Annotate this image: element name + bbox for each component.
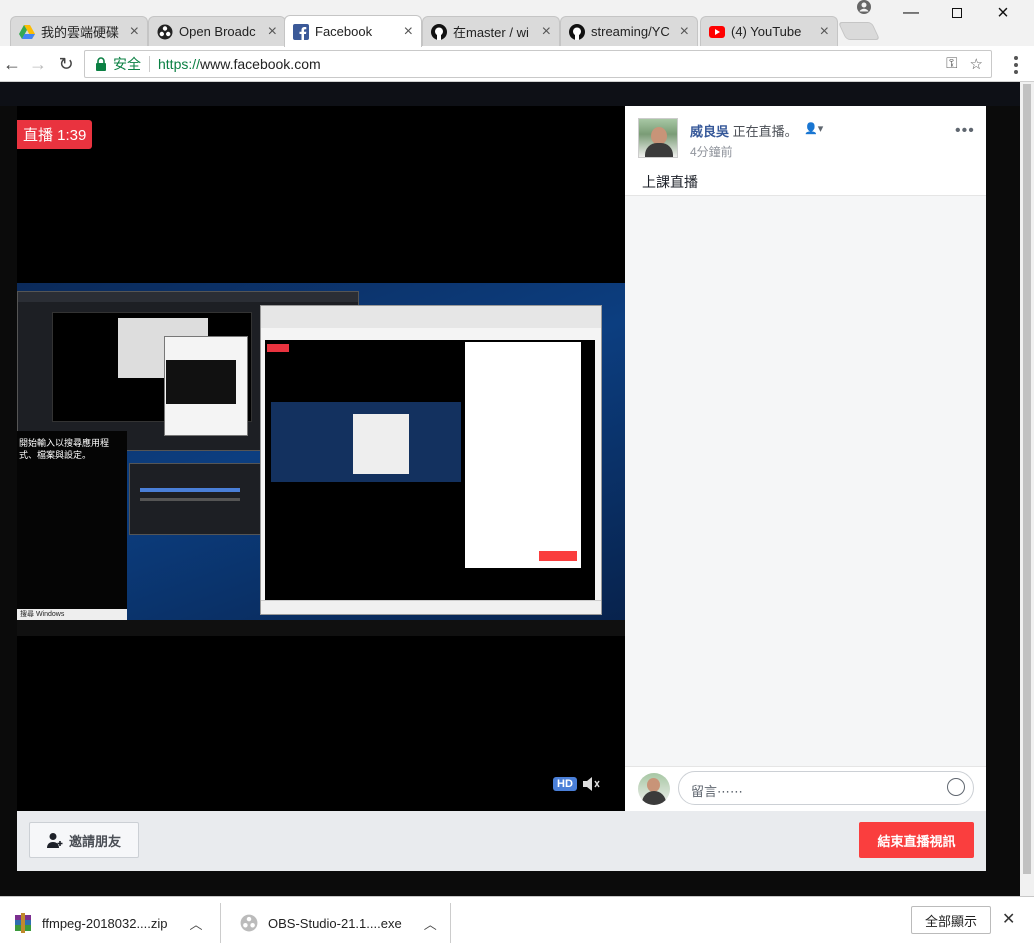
emoji-icon[interactable]	[947, 778, 965, 796]
address-bar[interactable]: 安全 https://www.facebook.com ⚿ ☆	[84, 50, 992, 78]
live-badge: 直播 1:39	[17, 120, 93, 149]
back-arrow-icon[interactable]: ←	[0, 52, 24, 76]
github-icon	[431, 23, 447, 40]
author-status: 正在直播。	[732, 124, 798, 139]
page-header-dimmed	[0, 82, 1020, 106]
add-friend-icon	[46, 833, 63, 848]
reload-icon[interactable]: ↻	[54, 52, 78, 76]
invite-friends-button[interactable]: 邀請朋友	[29, 822, 139, 858]
invite-label: 邀請朋友	[68, 833, 121, 849]
facebook-icon	[293, 23, 309, 40]
lock-icon	[96, 57, 106, 71]
close-icon[interactable]: ×	[820, 23, 829, 40]
winrar-archive-icon	[15, 913, 31, 933]
volume-muted-icon[interactable]	[582, 776, 601, 792]
bookmark-star-icon[interactable]: ☆	[970, 55, 983, 73]
secure-label: 安全	[113, 56, 141, 72]
hd-settings-button[interactable]: HD	[553, 777, 577, 791]
download-item-ffmpeg[interactable]: ffmpeg-2018032....zip ︿	[14, 907, 203, 939]
download-shelf: ffmpeg-2018032....zip ︿ OBS-Studio-21.1.…	[0, 896, 1034, 948]
more-options-icon[interactable]: •••	[955, 122, 975, 140]
page-scrollbar[interactable]	[1020, 82, 1034, 896]
post-time[interactable]: 4分鐘前	[690, 143, 733, 160]
browser-menu-icon[interactable]	[1004, 56, 1028, 74]
divider	[450, 903, 451, 943]
shared-screen-capture: 開始輸入以搜尋應用程式、檔案與設定。 搜尋 Windows	[17, 283, 625, 636]
installer-icon	[240, 914, 258, 932]
audience-selector-icon[interactable]: 👤▾	[804, 122, 823, 135]
comment-input[interactable]: 留言⋯⋯	[678, 771, 974, 805]
post-text: 上課直播	[642, 174, 698, 190]
comment-placeholder: 留言⋯⋯	[691, 784, 744, 799]
profile-icon[interactable]	[855, 0, 873, 16]
close-icon[interactable]: ×	[404, 23, 413, 40]
tab-title: 我的雲端硬碟	[41, 25, 120, 40]
browser-toolbar: ← → ↻ 安全 https://www.facebook.com ⚿ ☆	[0, 46, 1034, 82]
github-icon	[569, 23, 585, 40]
tab-youtube[interactable]: (4) YouTube ×	[700, 16, 838, 46]
live-post: 威良吳 正在直播。 👤▾ ••• 4分鐘前 上課直播	[625, 106, 986, 196]
tab-title: 在master / wi	[453, 25, 529, 40]
author-avatar[interactable]	[638, 118, 678, 158]
divider	[220, 903, 221, 943]
close-icon[interactable]: ×	[268, 23, 277, 40]
tab-title: Facebook	[315, 24, 373, 39]
tab-github-streaming[interactable]: streaming/YC ×	[560, 16, 698, 46]
live-video-player[interactable]: 直播 1:39 開始輸入以搜尋應用程式、檔案與設定。 搜尋 Windows HD	[17, 106, 625, 811]
chevron-up-icon[interactable]: ︿	[190, 914, 203, 933]
live-action-bar: 邀請朋友 結束直播視訊	[17, 811, 986, 871]
screen-note-text: 開始輸入以搜尋應用程式、檔案與設定。	[19, 438, 110, 460]
tab-title: Open Broadc	[179, 24, 256, 39]
video-controls: HD	[553, 776, 601, 792]
author-name[interactable]: 威良吳	[690, 124, 729, 139]
close-icon[interactable]: ×	[542, 23, 551, 40]
download-filename: OBS-Studio-21.1....exe	[268, 915, 402, 931]
tab-facebook[interactable]: Facebook ×	[284, 15, 422, 47]
windows-taskbar	[17, 620, 625, 636]
tab-title: (4) YouTube	[731, 24, 802, 39]
download-item-obs[interactable]: OBS-Studio-21.1....exe ︿	[240, 907, 437, 939]
obs-mixer	[129, 463, 269, 535]
end-live-video-button[interactable]: 結束直播視訊	[859, 822, 974, 858]
divider	[149, 56, 150, 72]
close-icon[interactable]: ×	[680, 23, 689, 40]
post-author-line: 威良吳 正在直播。	[690, 121, 798, 140]
browser-tab-bar: 我的雲端硬碟 × Open Broadc × Facebook × 在maste…	[0, 0, 1034, 47]
facebook-page: 直播 1:39 開始輸入以搜尋應用程式、檔案與設定。 搜尋 Windows HD…	[0, 82, 1034, 896]
forward-arrow-icon[interactable]: →	[26, 52, 50, 76]
google-drive-icon	[19, 24, 35, 40]
windows-search-panel: 開始輸入以搜尋應用程式、檔案與設定。 搜尋 Windows	[17, 431, 127, 621]
close-window-icon[interactable]: ×	[980, 0, 1026, 26]
tab-github-master[interactable]: 在master / wi ×	[422, 16, 560, 46]
minimize-icon[interactable]: —	[888, 0, 934, 26]
tab-google-drive[interactable]: 我的雲端硬碟 ×	[10, 16, 148, 46]
maximize-icon[interactable]	[934, 0, 980, 26]
chevron-up-icon[interactable]: ︿	[424, 914, 437, 933]
show-all-downloads-button[interactable]: 全部顯示	[911, 906, 991, 934]
obs-icon	[157, 24, 173, 40]
close-shelf-icon[interactable]: ✕	[1002, 909, 1015, 929]
close-icon[interactable]: ×	[130, 23, 139, 40]
url-text[interactable]: https://www.facebook.com	[158, 56, 321, 72]
live-side-panel: 威良吳 正在直播。 👤▾ ••• 4分鐘前 上課直播 留言⋯⋯	[625, 106, 986, 811]
nested-browser-window	[260, 305, 602, 615]
youtube-icon	[709, 24, 725, 40]
tab-title: streaming/YC	[591, 24, 670, 39]
download-filename: ffmpeg-2018032....zip	[42, 915, 168, 931]
comment-composer: 留言⋯⋯	[625, 766, 986, 811]
tab-obs[interactable]: Open Broadc ×	[148, 16, 286, 46]
new-tab-button[interactable]	[837, 22, 881, 40]
viewer-avatar	[638, 773, 670, 805]
key-icon[interactable]: ⚿	[946, 55, 957, 73]
